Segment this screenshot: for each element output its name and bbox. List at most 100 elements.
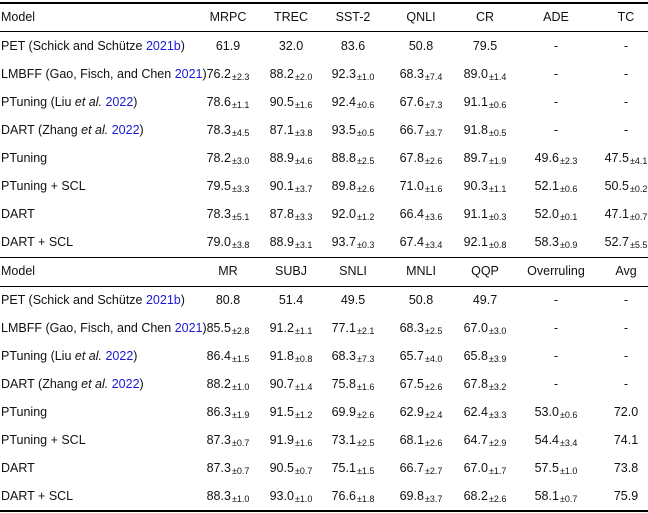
score-cell: 78.6±1.1 [207,88,250,116]
score-value: 87.3 [206,433,231,447]
score-value: 91.8 [269,349,294,363]
score-std: ±3.4 [559,438,578,448]
score-value: 88.3 [206,489,231,503]
score-value: 91.1 [463,207,488,221]
method-text: PTuning (Liu [1,349,75,363]
score-cell: 71.0±1.6 [400,172,443,200]
method-etal: et al. [74,95,102,109]
score-std: ±0.3 [488,212,507,222]
score-value: 87.3 [206,461,231,475]
score-std: ±1.6 [294,438,313,448]
score-cell: 89.0±1.4 [464,60,507,88]
citation-year: 2022 [111,377,140,391]
score-std: ±0.6 [559,410,578,420]
score-cell: 68.3±2.5 [400,314,443,342]
score-value: 79.5 [206,179,231,193]
score-cell: 50.8 [409,286,433,314]
method-name: DART + SCL [1,482,73,510]
score-value: 89.8 [331,179,356,193]
score-value: 86.3 [206,405,231,419]
score-cell: 66.7±3.7 [400,116,443,144]
score-cell: 73.8 [614,454,638,482]
score-value: 52.7 [604,235,629,249]
score-cell: 87.3±0.7 [207,454,250,482]
score-value: 68.2 [463,489,488,503]
score-std: ±0.6 [356,100,375,110]
score-std: ±0.6 [559,184,578,194]
score-cell: 93.5±0.5 [332,116,375,144]
table-row: LMBFF (Gao, Fisch, and Chen 2021) 76.2±2.… [0,60,648,88]
score-cell: 92.4±0.6 [332,88,375,116]
score-cell: 67.5±2.6 [400,370,443,398]
score-std: ±3.7 [424,494,443,504]
score-value: 32.0 [278,39,304,53]
score-std: ±4.6 [294,156,313,166]
score-std: ±1.0 [559,466,578,476]
score-cell: 79.5±3.3 [207,172,250,200]
score-std: ±2.7 [424,466,443,476]
score-value: 52.1 [534,179,559,193]
column-header: SNLI [339,264,367,278]
method-text: DART + SCL [1,235,74,249]
score-value: - [623,377,629,391]
score-value: 52.0 [534,207,559,221]
column-header: MR [218,264,238,278]
score-cell: 93.0±1.0 [270,482,313,510]
column-header: QQP [471,264,499,278]
method-name: LMBFF (Gao, Fisch, and Chen 2021) [1,60,207,88]
column-header: MNLI [406,264,436,278]
score-cell: 67.0±1.7 [464,454,507,482]
score-cell: 89.8±2.6 [332,172,375,200]
score-std: ±1.8 [356,494,375,504]
method-name: DART (Zhang et al. 2022) [1,370,144,398]
score-cell: - [624,314,628,342]
score-cell: - [624,286,628,314]
score-std: ±2.1 [356,326,375,336]
score-cell: 90.5±0.7 [270,454,313,482]
score-value: - [623,349,629,363]
method-name: PTuning [1,144,47,172]
score-cell: 91.2±1.1 [270,314,313,342]
method-name: PTuning + SCL [1,172,86,200]
table-row: DART 78.3±5.1 87.8±3.3 92.0±1.2 66.4±3.6 91.1… [0,200,648,228]
score-std: ±1.9 [488,156,507,166]
score-cell: 54.4±3.4 [535,426,578,454]
citation-year: 2022 [105,349,134,363]
score-value: 67.5 [399,377,424,391]
method-text: LMBFF (Gao, Fisch, and Chen [1,67,175,81]
score-value: 66.7 [399,461,424,475]
method-name: DART (Zhang et al. 2022) [1,116,144,144]
score-cell: 88.9±3.1 [270,228,313,256]
score-value: 77.1 [331,321,356,335]
score-value: 64.7 [463,433,488,447]
score-value: 69.8 [399,489,424,503]
score-std: ±2.5 [424,326,443,336]
score-cell: 57.5±1.0 [535,454,578,482]
method-text: DART (Zhang [1,123,82,137]
score-value: 71.0 [399,179,424,193]
score-std: ±3.3 [488,410,507,420]
score-cell: 88.2±1.0 [207,370,250,398]
score-std: ±1.0 [294,494,313,504]
score-value: 91.8 [463,123,488,137]
column-header: Avg [615,264,637,278]
score-value: 50.8 [408,293,434,307]
score-value: 73.1 [331,433,356,447]
method-text: LMBFF (Gao, Fisch, and Chen [1,321,175,335]
score-std: ±3.8 [231,240,250,250]
score-cell: 90.3±1.1 [464,172,507,200]
score-value: 57.5 [534,461,559,475]
score-std: ±2.5 [356,438,375,448]
table-row: DART 87.3±0.7 90.5±0.7 75.1±1.5 66.7±2.7 67.0… [0,454,648,482]
score-cell: 65.8±3.9 [464,342,507,370]
score-cell: 65.7±4.0 [400,342,443,370]
column-header: Overruling [527,264,585,278]
score-cell: 52.0±0.1 [535,200,578,228]
method-text: DART [1,207,35,221]
score-value: 89.0 [463,67,488,81]
method-etal: et al. [81,377,109,391]
score-value: 93.0 [269,489,294,503]
method-name: PTuning (Liu et al. 2022) [1,342,137,370]
method-name: DART [1,200,35,228]
score-std: ±1.5 [231,354,250,364]
